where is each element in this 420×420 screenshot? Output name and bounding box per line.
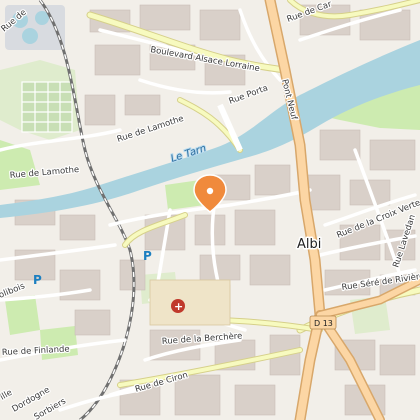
map-canvas[interactable]: Boulevard Alsace Lorraine Rue Porta Pont… <box>0 0 420 420</box>
label-city-albi: Albi <box>297 237 321 252</box>
hospital-icon-glyph: + <box>174 300 183 313</box>
hospital-grounds <box>149 279 231 326</box>
hospital-icon[interactable]: + <box>171 299 185 313</box>
road-shield-text: D 13 <box>314 319 333 328</box>
allotment-gardens <box>21 81 73 133</box>
parking-icon[interactable]: P <box>143 249 152 263</box>
parking-icon-label: P <box>33 273 42 287</box>
parking-icon-label: P <box>143 249 152 263</box>
parking-icon[interactable]: P <box>33 273 42 287</box>
map-view[interactable]: Boulevard Alsace Lorraine Rue Porta Pont… <box>0 0 420 420</box>
road-shield-d13: D 13 <box>309 315 337 330</box>
